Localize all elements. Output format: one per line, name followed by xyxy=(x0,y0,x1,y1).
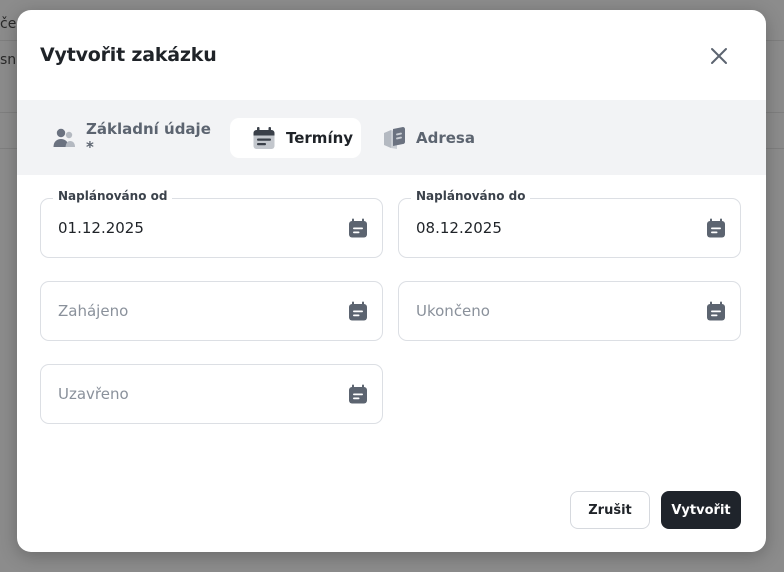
calendar-icon[interactable] xyxy=(348,218,368,238)
users-icon xyxy=(52,126,76,150)
tab-dates-label: Termíny xyxy=(286,129,354,147)
closed-field[interactable]: Uzavřeno xyxy=(40,364,383,424)
tab-basic-info-label: Základní údaje * xyxy=(86,120,211,156)
calendar-icon xyxy=(252,126,276,150)
tab-basic-info[interactable]: Základní údaje * xyxy=(52,118,222,158)
planned-to-value: 08.12.2025 xyxy=(416,219,502,237)
ended-field[interactable]: Ukončeno xyxy=(398,281,741,341)
tab-address[interactable]: Adresa xyxy=(382,118,492,158)
started-placeholder: Zahájeno xyxy=(58,302,129,320)
close-icon xyxy=(711,48,727,64)
tab-dates[interactable]: Termíny xyxy=(230,118,361,158)
planned-from-field[interactable]: Naplánováno od 01.12.2025 xyxy=(40,189,383,258)
planned-to-field[interactable]: Naplánováno do 08.12.2025 xyxy=(398,189,741,258)
calendar-icon[interactable] xyxy=(348,301,368,321)
background-text-fragment: sn xyxy=(0,52,17,68)
calendar-icon[interactable] xyxy=(706,218,726,238)
calendar-icon[interactable] xyxy=(706,301,726,321)
map-icon xyxy=(382,126,406,150)
tab-address-label: Adresa xyxy=(416,129,475,147)
close-button[interactable] xyxy=(706,43,732,69)
cancel-button[interactable]: Zrušit xyxy=(570,491,650,529)
create-button[interactable]: Vytvořit xyxy=(661,491,741,529)
started-field[interactable]: Zahájeno xyxy=(40,281,383,341)
tabs-bar: Základní údaje * Termíny Adresa xyxy=(17,100,766,175)
create-order-dialog: Vytvořit zakázku Základní údaje * Termín… xyxy=(17,10,766,552)
background-text-fragment: če xyxy=(0,16,17,32)
planned-from-label: Naplánováno od xyxy=(53,189,173,203)
planned-to-label: Naplánováno do xyxy=(411,189,531,203)
ended-placeholder: Ukončeno xyxy=(416,302,490,320)
dialog-title: Vytvořit zakázku xyxy=(40,44,217,66)
calendar-icon[interactable] xyxy=(348,384,368,404)
planned-from-value: 01.12.2025 xyxy=(58,219,144,237)
closed-placeholder: Uzavřeno xyxy=(58,385,129,403)
